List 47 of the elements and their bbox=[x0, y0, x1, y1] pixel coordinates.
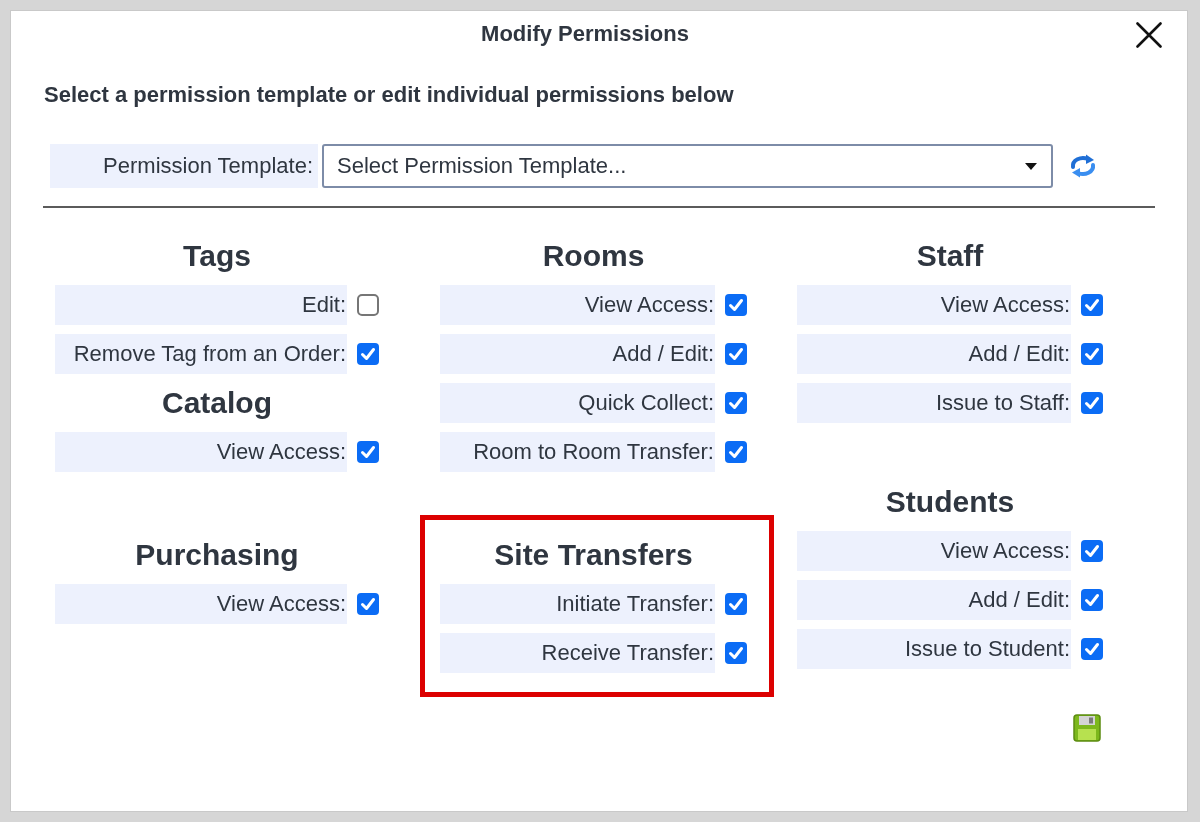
checkbox[interactable] bbox=[357, 441, 379, 463]
permission-label: View Access: bbox=[55, 432, 347, 472]
permission-label: Add / Edit: bbox=[440, 334, 715, 374]
checkbox[interactable] bbox=[357, 294, 379, 316]
close-icon[interactable] bbox=[1136, 22, 1162, 48]
refresh-icon[interactable] bbox=[1069, 154, 1097, 178]
checkbox[interactable] bbox=[725, 294, 747, 316]
permission-label: Receive Transfer: bbox=[440, 633, 715, 673]
permission-label: Room to Room Transfer: bbox=[440, 432, 715, 472]
permission-label: View Access: bbox=[797, 531, 1071, 571]
permission-label: View Access: bbox=[440, 285, 715, 325]
permission-label: Issue to Staff: bbox=[797, 383, 1071, 423]
caret-icon bbox=[1025, 162, 1037, 170]
section-heading: Students bbox=[885, 484, 1015, 520]
checkbox[interactable] bbox=[1081, 589, 1103, 611]
permission-label: Issue to Student: bbox=[797, 629, 1071, 669]
checkbox[interactable] bbox=[725, 593, 747, 615]
section-heading: Staff bbox=[916, 238, 984, 274]
checkbox[interactable] bbox=[1081, 294, 1103, 316]
field-label: Permission Template: bbox=[50, 144, 318, 188]
checkbox[interactable] bbox=[725, 343, 747, 365]
checkbox[interactable] bbox=[725, 392, 747, 414]
checkbox[interactable] bbox=[725, 642, 747, 664]
permission-label: Quick Collect: bbox=[440, 383, 715, 423]
checkbox[interactable] bbox=[725, 441, 747, 463]
checkbox[interactable] bbox=[1081, 343, 1103, 365]
section-heading: Rooms bbox=[542, 238, 645, 274]
checkbox[interactable] bbox=[1081, 540, 1103, 562]
permission-label: Add / Edit: bbox=[797, 334, 1071, 374]
dialog-title: Modify Permissions bbox=[481, 21, 689, 47]
section-heading: Site Transfers bbox=[494, 537, 693, 573]
template-dropdown[interactable]: Select Permission Template... bbox=[322, 144, 1053, 188]
section-heading: Purchasing bbox=[135, 537, 299, 573]
permission-label: Remove Tag from an Order: bbox=[55, 334, 347, 374]
checkbox[interactable] bbox=[357, 593, 379, 615]
checkbox[interactable] bbox=[1081, 392, 1103, 414]
checkbox[interactable] bbox=[1081, 638, 1103, 660]
checkbox[interactable] bbox=[357, 343, 379, 365]
section-heading: Catalog bbox=[162, 385, 272, 421]
permission-label: Edit: bbox=[55, 285, 347, 325]
permission-label: View Access: bbox=[797, 285, 1071, 325]
permission-label: View Access: bbox=[55, 584, 347, 624]
section-heading: Tags bbox=[183, 238, 251, 274]
instruction-text: Select a permission template or edit individual permissions below bbox=[44, 82, 734, 108]
permission-label: Add / Edit: bbox=[797, 580, 1071, 620]
save-icon[interactable] bbox=[1073, 714, 1101, 742]
permission-label: Initiate Transfer: bbox=[440, 584, 715, 624]
